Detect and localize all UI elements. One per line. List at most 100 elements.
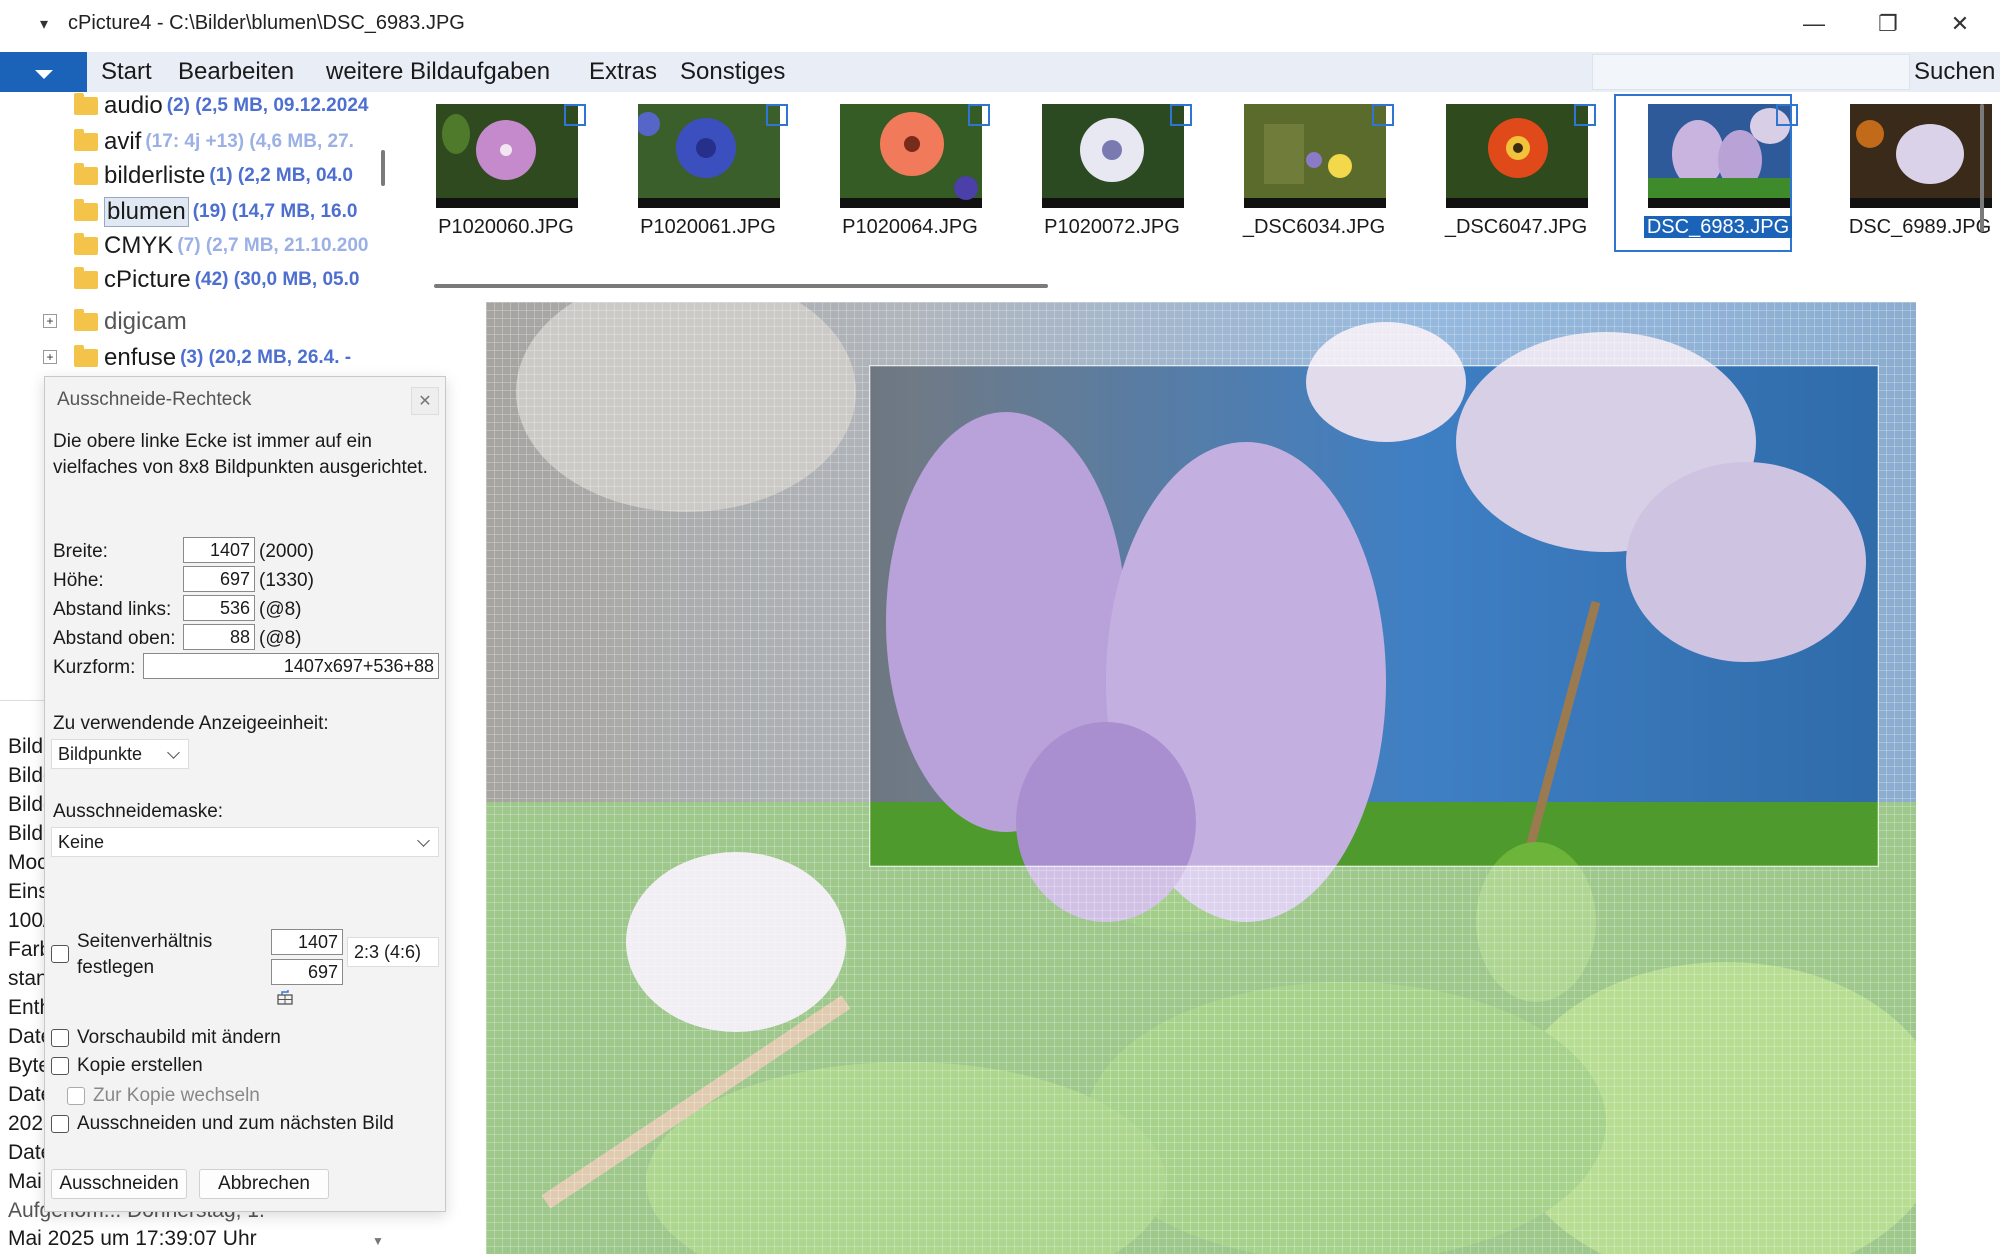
menu-weitere-bildaufgaben[interactable]: weitere Bildaufgaben [326, 58, 550, 86]
thumbnail-checkbox[interactable] [1170, 104, 1192, 126]
menu-bar: Start Bearbeiten weitere Bildaufgaben Ex… [0, 52, 2000, 92]
tree-item-name: avif [104, 128, 142, 155]
top-offset-input[interactable] [183, 624, 255, 650]
thumbnail-checkbox[interactable] [968, 104, 990, 126]
thumbnail-checkbox[interactable] [1574, 104, 1596, 126]
tree-item-enfuse[interactable]: enfuse (3) (20,2 MB, 26.4. - [74, 342, 374, 374]
thumbnail[interactable]: P1020072.JPG [1012, 98, 1192, 248]
scroll-down-icon[interactable]: ▼ [372, 1234, 384, 1248]
width-input[interactable] [183, 537, 255, 563]
tree-item-avif[interactable]: avif (17: 4j +13) (4,6 MB, 27. [74, 126, 374, 158]
chevron-down-icon [417, 833, 430, 847]
tree-item-name: blumen [104, 197, 189, 227]
info-line: Moc [8, 851, 48, 874]
height-label: Höhe: [53, 570, 104, 591]
search-button[interactable]: Suchen [1914, 58, 1995, 86]
thumbnail-strip: P1020060.JPG P1020061.JPG P1020064.JPG P… [406, 92, 2000, 300]
dialog-close-button[interactable]: ✕ [411, 387, 439, 415]
aspect-ratio-value: 2:3 (4:6) [354, 941, 422, 962]
tree-scrollbar[interactable] [381, 150, 385, 186]
thumbnail-filename: _DSC6034.JPG [1242, 216, 1386, 238]
folder-icon [74, 93, 98, 115]
thumbnail-filename: P1020064.JPG [842, 216, 978, 238]
height-input[interactable] [183, 566, 255, 592]
tree-item-name: digicam [104, 308, 187, 335]
thumbnail[interactable]: DSC_6989.JPG [1820, 98, 1992, 248]
next-image-checkbox[interactable] [51, 1115, 69, 1133]
close-button[interactable]: ✕ [1930, 6, 1990, 42]
aspect-width-input[interactable] [271, 929, 343, 955]
info-line: 100/ [8, 909, 49, 932]
app-menu-button[interactable] [0, 52, 87, 92]
dialog-title: Ausschneide-Rechteck [57, 389, 252, 410]
unit-select[interactable]: Bildpunkte [51, 739, 189, 769]
expand-digicam-icon[interactable]: + [43, 314, 57, 328]
thumbnail-checkbox[interactable] [1372, 104, 1394, 126]
dialog-description: Die obere linke Ecke ist immer auf ein [53, 431, 372, 452]
copy-checkbox[interactable] [51, 1057, 69, 1075]
thumbnail[interactable]: P1020064.JPG [810, 98, 990, 248]
image-canvas[interactable] [486, 302, 1916, 1254]
thumbnail-filename: DSC_6983.JPG [1628, 216, 1808, 239]
search-input[interactable] [1592, 54, 1910, 90]
tree-item-meta: (2) (2,5 MB, 09.12.2024 [166, 95, 369, 116]
info-line: stan [8, 967, 48, 990]
folder-icon [74, 267, 98, 289]
thumbnail-image [840, 104, 982, 208]
tree-item-bilderliste[interactable]: bilderliste (1) (2,2 MB, 04.0 [74, 160, 374, 192]
thumbnail[interactable]: _DSC6034.JPG [1214, 98, 1394, 248]
cut-button[interactable]: Ausschneiden [51, 1169, 187, 1199]
close-icon: ✕ [418, 393, 432, 410]
thumbnail-image [1244, 104, 1386, 208]
tree-item-name: cPicture [104, 266, 191, 293]
menu-extras[interactable]: Extras [589, 58, 657, 86]
system-menu-icon[interactable]: ▾ [40, 14, 48, 34]
tree-item-name: CMYK [104, 232, 174, 259]
thumbnail[interactable]: P1020060.JPG [406, 98, 586, 248]
left-offset-input[interactable] [183, 595, 255, 621]
tree-item-name: audio [104, 92, 163, 119]
tree-item-blumen[interactable]: blumen (19) (14,7 MB, 16.0 [74, 196, 374, 228]
info-line: Mai 2025 um 17:39:07 Uhr [8, 1227, 257, 1250]
cancel-button[interactable]: Abbrechen [199, 1169, 329, 1199]
thumbnail[interactable]: _DSC6047.JPG [1416, 98, 1596, 248]
aspect-ratio-checkbox[interactable] [51, 945, 69, 963]
tree-item-cmyk[interactable]: CMYK (7) (2,7 MB, 21.10.200 [74, 230, 374, 262]
minimize-button[interactable]: — [1784, 6, 1844, 42]
thumbnail-checkbox[interactable] [564, 104, 586, 126]
top-offset-label: Abstand oben: [53, 628, 176, 649]
thumbnail-image [1446, 104, 1588, 208]
chevron-down-icon [34, 69, 53, 79]
link-icon[interactable] [277, 989, 293, 1005]
next-image-label: Ausschneiden und zum nächsten Bild [77, 1113, 394, 1134]
preview-checkbox[interactable] [51, 1029, 69, 1047]
unit-label: Zu verwendende Anzeigeeinheit: [53, 713, 329, 734]
thumbnail[interactable]: P1020061.JPG [608, 98, 788, 248]
menu-start[interactable]: Start [101, 58, 152, 86]
thumbnail-checkbox[interactable] [1776, 104, 1798, 126]
thumbnail-vertical-scrollbar[interactable] [1980, 104, 1984, 232]
switch-copy-checkbox[interactable] [67, 1087, 85, 1105]
aspect-height-input[interactable] [271, 959, 343, 985]
short-form-input[interactable] [143, 653, 439, 679]
menu-bearbeiten[interactable]: Bearbeiten [178, 58, 294, 86]
tree-item-audio[interactable]: audio (2) (2,5 MB, 09.12.2024 [74, 90, 374, 122]
mask-select-value: Keine [58, 831, 105, 852]
thumbnail-checkbox[interactable] [766, 104, 788, 126]
left-offset-label: Abstand links: [53, 599, 172, 620]
menu-sonstiges[interactable]: Sonstiges [680, 58, 785, 86]
tree-item-meta: (17: 4j +13) (4,6 MB, 27. [145, 131, 354, 152]
aspect-ratio-select[interactable]: 2:3 (4:6) [347, 937, 439, 967]
thumbnail-image [436, 104, 578, 208]
copy-label: Kopie erstellen [77, 1055, 203, 1076]
thumbnail-selected[interactable]: DSC_6983.JPG [1614, 94, 1798, 252]
crop-rectangle[interactable] [870, 366, 1878, 866]
folder-icon [74, 309, 98, 331]
restore-button[interactable]: ❐ [1858, 6, 1918, 42]
thumbnail-horizontal-scrollbar[interactable] [434, 284, 1048, 288]
mask-select[interactable]: Keine [51, 827, 439, 857]
restore-icon: ❐ [1878, 11, 1898, 36]
tree-item-digicam[interactable]: digicam [74, 306, 374, 338]
expand-enfuse-icon[interactable]: + [43, 350, 57, 364]
tree-item-cpicture[interactable]: cPicture (42) (30,0 MB, 05.0 [74, 264, 374, 296]
